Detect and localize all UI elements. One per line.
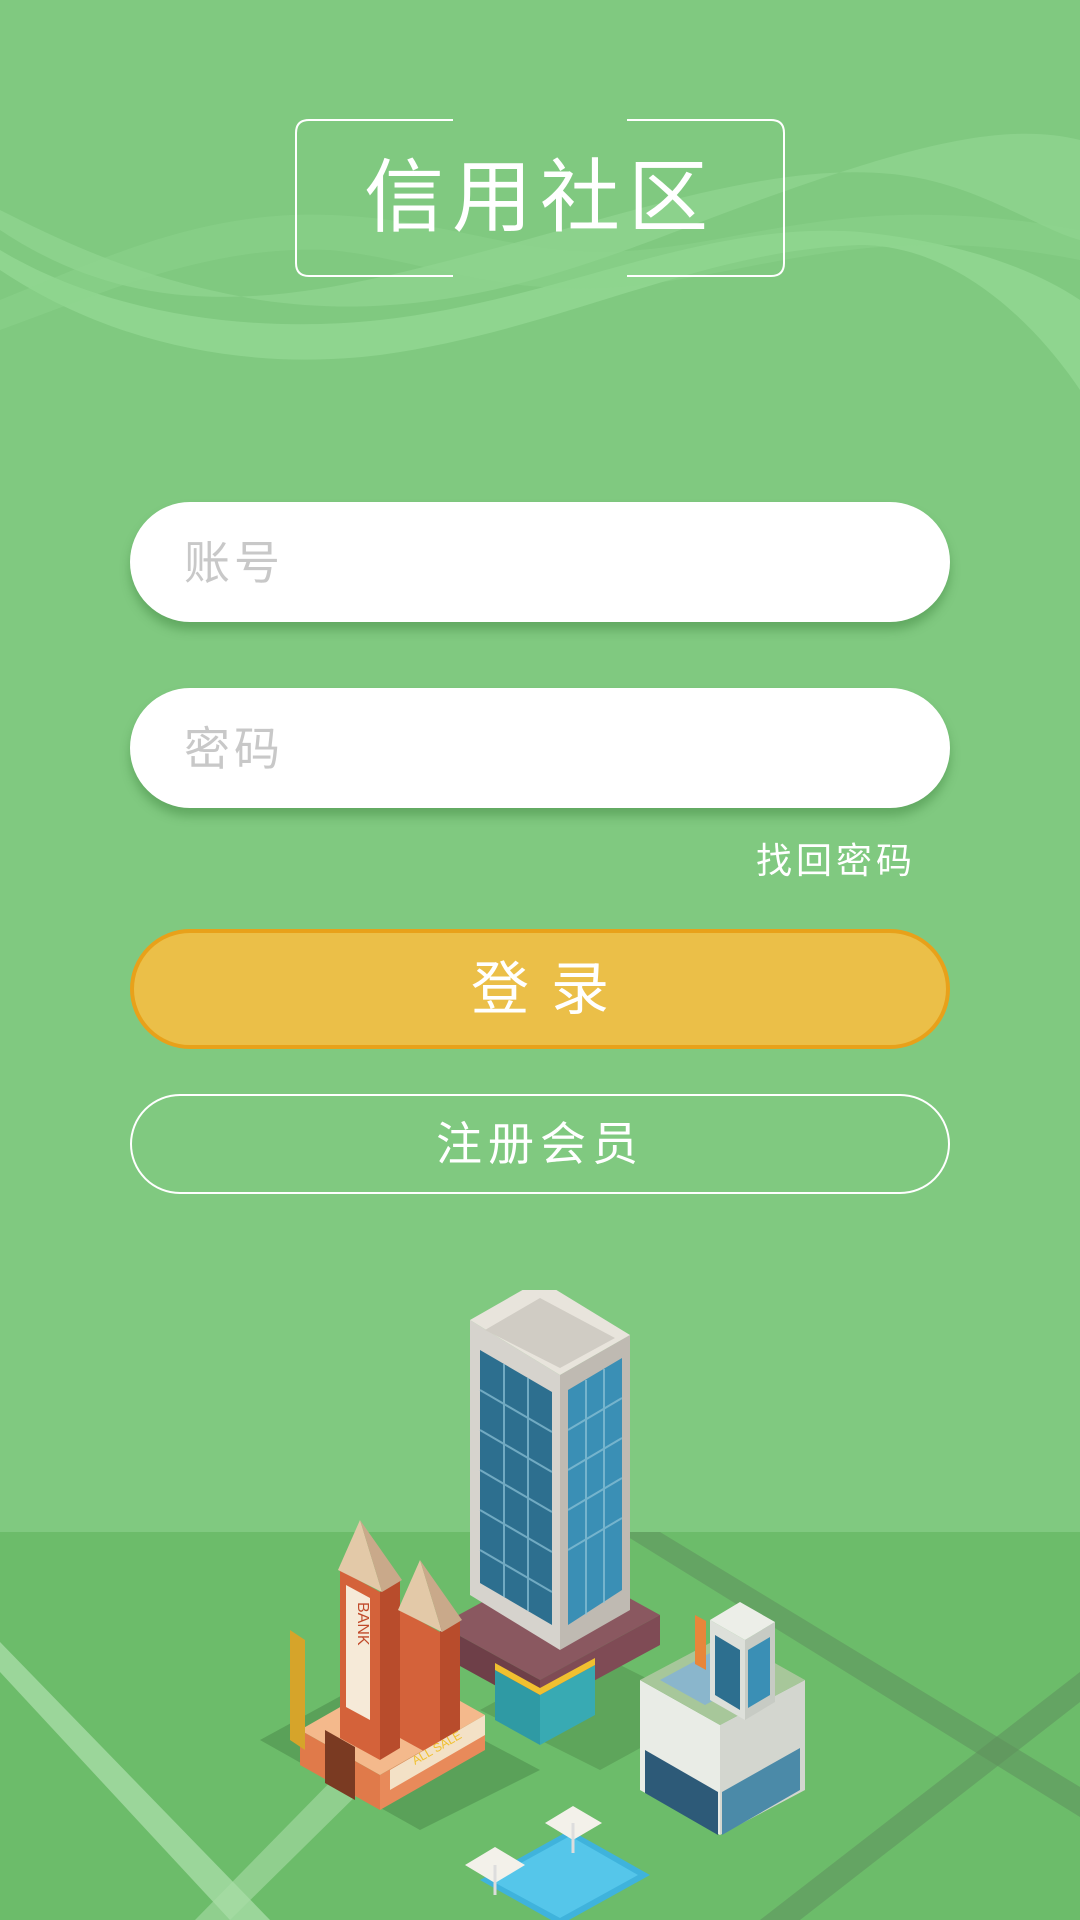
forgot-password-link[interactable]: 找回密码 [756, 832, 916, 884]
bank-sign: BANK [354, 1602, 371, 1646]
city-illustration: BANK ALL SALE [260, 1290, 805, 1920]
app-title-frame: 信用社区 [295, 119, 785, 277]
account-input[interactable] [182, 502, 906, 624]
account-field[interactable] [130, 502, 950, 624]
login-screen: 信用社区 找回密码 登录 注册会员 [0, 0, 1080, 1920]
password-input[interactable] [182, 688, 906, 810]
password-field[interactable] [130, 688, 950, 810]
login-button[interactable]: 登录 [130, 929, 950, 1049]
register-button[interactable]: 注册会员 [130, 1094, 950, 1194]
app-title: 信用社区 [364, 151, 716, 244]
